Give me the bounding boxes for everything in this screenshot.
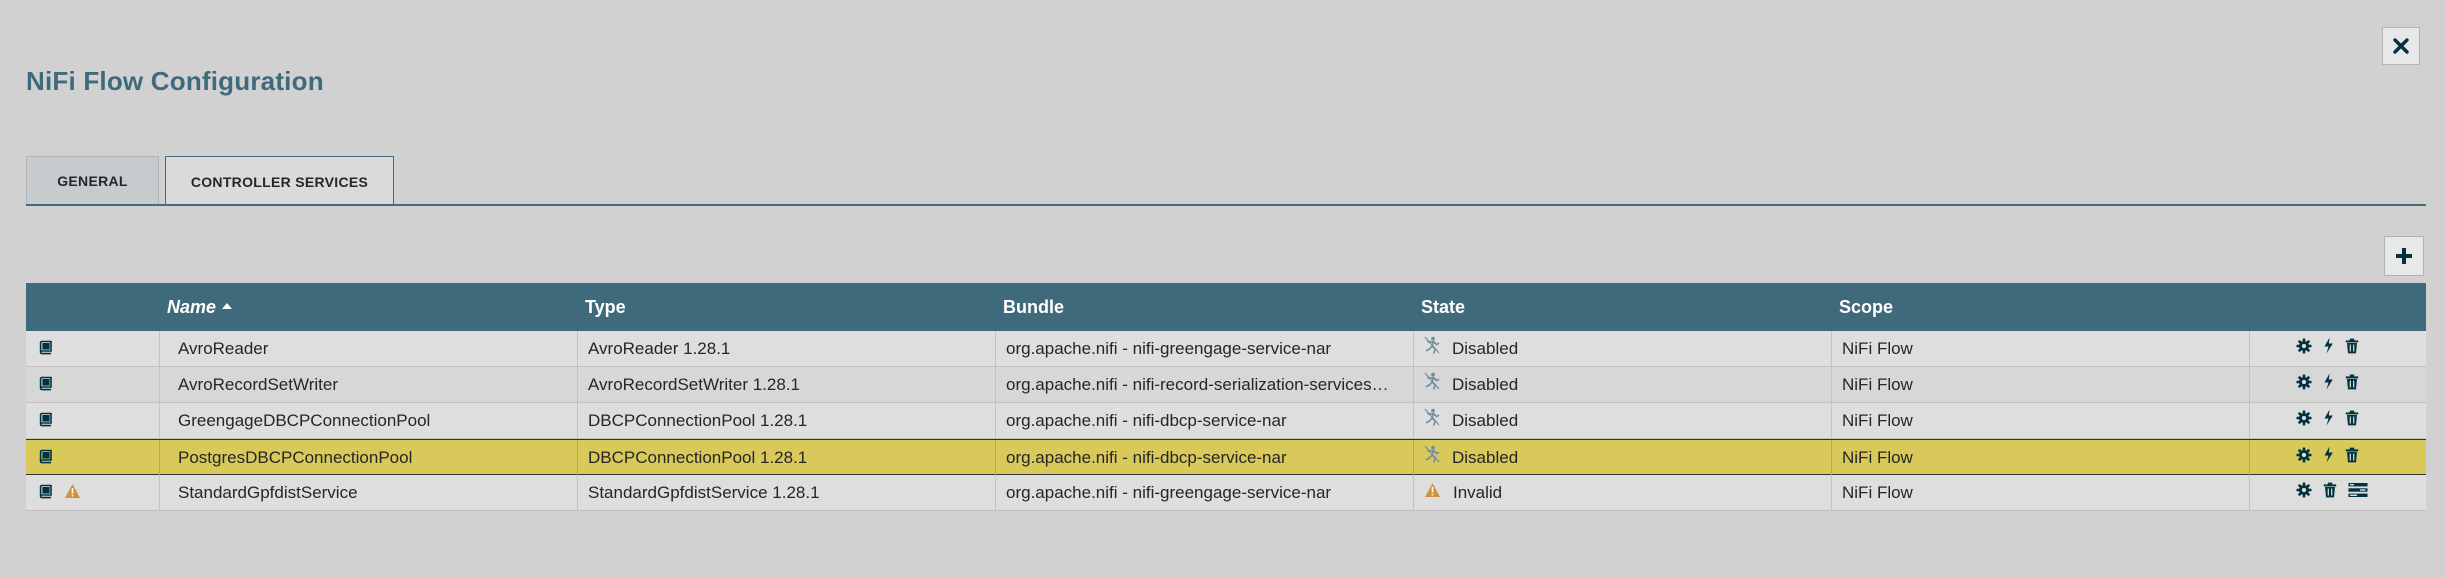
- row-type: StandardGpfdistService 1.28.1: [578, 475, 996, 510]
- controller-services-dialog: NiFi Flow Configuration GENERAL CONTROLL…: [0, 0, 2446, 578]
- table-row[interactable]: GreengageDBCPConnectionPool DBCPConnectio…: [26, 403, 2426, 439]
- row-state: Disabled: [1452, 375, 1519, 394]
- enable-icon[interactable]: [2323, 331, 2334, 366]
- access-policies-icon[interactable]: [2348, 475, 2368, 510]
- row-bundle: org.apache.nifi - nifi-greengage-service…: [996, 331, 1414, 366]
- row-type: AvroRecordSetWriter 1.28.1: [578, 367, 996, 402]
- row-icons-cell: [26, 440, 160, 475]
- configure-icon[interactable]: [2296, 475, 2312, 510]
- book-icon[interactable]: [38, 368, 53, 402]
- tab-controller-services[interactable]: CONTROLLER SERVICES: [165, 156, 394, 206]
- row-scope: NiFi Flow: [1832, 331, 2250, 366]
- row-state-cell: Invalid: [1414, 475, 1832, 510]
- book-icon[interactable]: [38, 332, 53, 366]
- enable-icon[interactable]: [2323, 440, 2334, 475]
- row-state-cell: Disabled: [1414, 440, 1832, 475]
- row-state-cell: Disabled: [1414, 403, 1832, 438]
- row-name: AvroRecordSetWriter: [160, 367, 578, 402]
- configure-icon[interactable]: [2296, 367, 2312, 402]
- row-state: Disabled: [1452, 411, 1519, 430]
- add-controller-service-button[interactable]: [2384, 236, 2424, 276]
- row-scope: NiFi Flow: [1832, 475, 2250, 510]
- tab-divider: [26, 204, 2426, 206]
- table-header: Name Type Bundle State Scope: [26, 283, 2426, 331]
- row-actions: [2250, 367, 2426, 402]
- delete-icon[interactable]: [2323, 475, 2337, 510]
- row-state: Disabled: [1452, 339, 1519, 358]
- row-actions: [2250, 475, 2426, 510]
- disabled-icon: [1424, 440, 1440, 475]
- row-state: Invalid: [1453, 483, 1503, 502]
- tab-bar: GENERAL CONTROLLER SERVICES: [26, 156, 400, 206]
- column-header-type[interactable]: Type: [585, 283, 626, 331]
- row-icons-cell: [26, 367, 160, 402]
- table-body: AvroReader AvroReader 1.28.1 org.apache.ni…: [26, 331, 2426, 511]
- sort-ascending-icon: [222, 303, 233, 310]
- row-state-cell: Disabled: [1414, 331, 1832, 366]
- controller-services-table: Name Type Bundle State Scope AvroReader A…: [26, 283, 2426, 511]
- disabled-icon: [1424, 367, 1440, 402]
- row-icons-cell: [26, 403, 160, 438]
- row-scope: NiFi Flow: [1832, 367, 2250, 402]
- row-icons-cell: [26, 331, 160, 366]
- row-bundle: org.apache.nifi - nifi-greengage-service…: [996, 475, 1414, 510]
- dialog-title: NiFi Flow Configuration: [26, 66, 324, 96]
- warning-icon: [1424, 475, 1441, 510]
- delete-icon[interactable]: [2345, 403, 2359, 438]
- close-button[interactable]: [2382, 27, 2420, 65]
- row-bundle: org.apache.nifi - nifi-record-serializat…: [996, 367, 1414, 402]
- book-icon[interactable]: [38, 441, 53, 475]
- row-scope: NiFi Flow: [1832, 440, 2250, 475]
- configure-icon[interactable]: [2296, 403, 2312, 438]
- row-bundle: org.apache.nifi - nifi-dbcp-service-nar: [996, 403, 1414, 438]
- warning-icon[interactable]: [64, 476, 81, 510]
- row-bundle: org.apache.nifi - nifi-dbcp-service-nar: [996, 440, 1414, 475]
- column-header-scope[interactable]: Scope: [1839, 283, 1893, 331]
- row-name: GreengageDBCPConnectionPool: [160, 403, 578, 438]
- row-actions: [2250, 440, 2426, 475]
- row-type: DBCPConnectionPool 1.28.1: [578, 403, 996, 438]
- table-row[interactable]: AvroReader AvroReader 1.28.1 org.apache.ni…: [26, 331, 2426, 367]
- column-header-name[interactable]: Name: [167, 283, 233, 331]
- row-state-cell: Disabled: [1414, 367, 1832, 402]
- disabled-icon: [1424, 403, 1440, 438]
- row-actions: [2250, 331, 2426, 366]
- row-name: StandardGpfdistService: [160, 475, 578, 510]
- configure-icon[interactable]: [2296, 331, 2312, 366]
- enable-icon[interactable]: [2323, 367, 2334, 402]
- row-actions: [2250, 403, 2426, 438]
- disabled-icon: [1424, 331, 1440, 366]
- table-row[interactable]: StandardGpfdistService StandardGpfdistSer…: [26, 475, 2426, 511]
- column-header-state[interactable]: State: [1421, 283, 1465, 331]
- row-type: DBCPConnectionPool 1.28.1: [578, 440, 996, 475]
- book-icon[interactable]: [38, 404, 53, 438]
- column-header-name-label: Name: [167, 297, 217, 317]
- enable-icon[interactable]: [2323, 403, 2334, 438]
- row-state: Disabled: [1452, 448, 1519, 467]
- row-icons-cell: [26, 475, 160, 510]
- row-type: AvroReader 1.28.1: [578, 331, 996, 366]
- row-name: AvroReader: [160, 331, 578, 366]
- delete-icon[interactable]: [2345, 331, 2359, 366]
- plus-icon: [2396, 248, 2412, 264]
- table-row[interactable]: AvroRecordSetWriter AvroRecordSetWriter 1…: [26, 367, 2426, 403]
- delete-icon[interactable]: [2345, 367, 2359, 402]
- configure-icon[interactable]: [2296, 440, 2312, 475]
- row-name: PostgresDBCPConnectionPool: [160, 440, 578, 475]
- table-row[interactable]: PostgresDBCPConnectionPool DBCPConnection…: [26, 439, 2426, 475]
- delete-icon[interactable]: [2345, 440, 2359, 475]
- row-scope: NiFi Flow: [1832, 403, 2250, 438]
- close-icon: [2393, 38, 2409, 54]
- tab-general[interactable]: GENERAL: [26, 156, 159, 204]
- column-header-bundle[interactable]: Bundle: [1003, 283, 1064, 331]
- book-icon[interactable]: [38, 476, 53, 510]
